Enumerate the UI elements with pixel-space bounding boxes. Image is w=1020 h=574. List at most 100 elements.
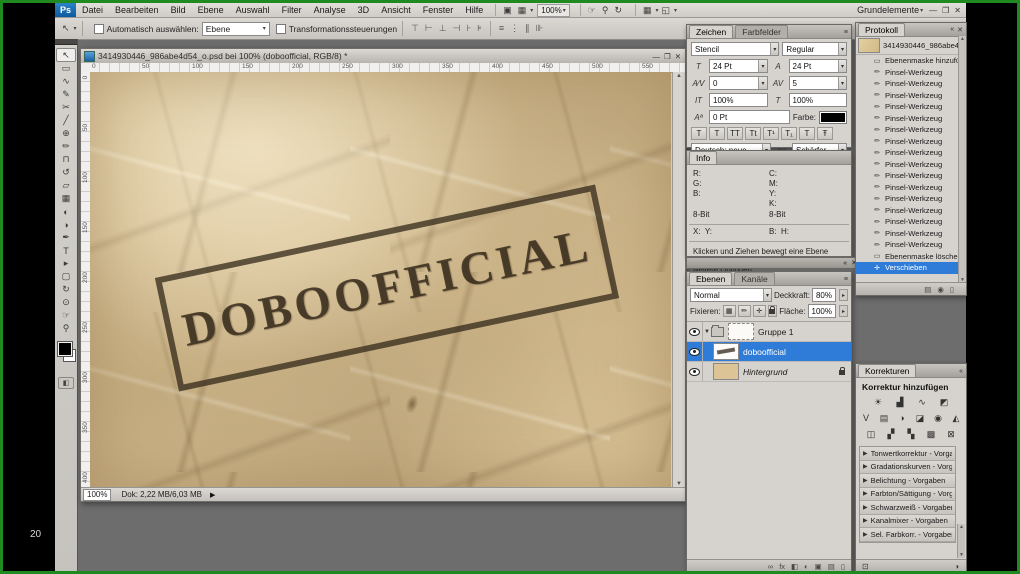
new-doc-from-state-icon[interactable]: ▤ bbox=[924, 285, 931, 294]
kerning-field[interactable]: 0 ▾ bbox=[709, 76, 768, 90]
quick-selection-tool[interactable]: ✎ bbox=[57, 88, 75, 101]
align-icon[interactable]: ⊧ bbox=[474, 23, 485, 34]
screen-mode-icon[interactable]: ◱ bbox=[659, 5, 674, 16]
layer-style-icon[interactable]: fx bbox=[779, 562, 785, 571]
adjustment-layer-icon[interactable]: ◐ bbox=[804, 562, 809, 571]
tab-layers[interactable]: Ebenen bbox=[689, 272, 733, 285]
history-state[interactable]: Pinsel-Werkzeug bbox=[856, 205, 966, 217]
doc-close-button[interactable]: ✕ bbox=[675, 52, 681, 61]
healing-brush-tool[interactable]: ⊕ bbox=[57, 127, 75, 140]
status-zoom-field[interactable]: 100% bbox=[83, 488, 112, 501]
align-icon[interactable]: ⊦ bbox=[463, 23, 474, 34]
lock-button[interactable]: ▦ bbox=[722, 305, 736, 317]
status-menu-arrow[interactable]: ▶ bbox=[210, 491, 215, 499]
tab-channels[interactable]: Kanäle bbox=[734, 272, 775, 285]
history-state[interactable]: Pinsel-Werkzeug bbox=[856, 228, 966, 240]
move-tool[interactable]: ↖ bbox=[56, 48, 76, 62]
new-snapshot-icon[interactable]: ◉ bbox=[937, 285, 944, 294]
hand-tool[interactable]: ☞ bbox=[57, 309, 75, 322]
menu-item[interactable]: Filter bbox=[276, 5, 308, 15]
photoshop-logo[interactable]: Ps bbox=[55, 3, 76, 17]
menu-item[interactable]: Auswahl bbox=[230, 5, 276, 15]
shape-tool[interactable]: ▢ bbox=[57, 270, 75, 283]
layer-name[interactable]: Gruppe 1 bbox=[758, 327, 793, 337]
delete-state-icon[interactable]: ▯ bbox=[950, 285, 954, 294]
preset-row[interactable]: ▶ Kanalmixer - Vorgaben bbox=[860, 514, 955, 528]
align-icon[interactable]: ⊢ bbox=[422, 23, 436, 34]
tab-info[interactable]: Info bbox=[689, 151, 718, 164]
menu-item[interactable]: Analyse bbox=[308, 5, 352, 15]
history-state[interactable]: Pinsel-Werkzeug bbox=[856, 101, 966, 113]
eraser-tool[interactable]: ▱ bbox=[57, 179, 75, 192]
black-white-icon[interactable]: ◪ bbox=[912, 412, 928, 424]
history-brush-tool[interactable]: ↺ bbox=[57, 166, 75, 179]
history-state[interactable]: Pinsel-Werkzeug bbox=[856, 90, 966, 102]
foreground-color-swatch[interactable] bbox=[57, 341, 73, 357]
zoom-tool[interactable]: ⚲ bbox=[57, 322, 75, 335]
hue-saturation-icon[interactable]: ▤ bbox=[876, 412, 892, 424]
tab-swatches[interactable]: Farbfelder bbox=[735, 25, 788, 38]
history-scrollbar[interactable]: ▲ ▼ bbox=[958, 36, 966, 283]
distribute-icon[interactable]: ⋮ bbox=[507, 23, 522, 34]
preset-row[interactable]: ▶ Belichtung - Vorgaben bbox=[860, 474, 955, 488]
layer-thumbnail[interactable] bbox=[728, 323, 754, 340]
posterize-icon[interactable]: ▞ bbox=[883, 428, 899, 440]
transform-controls-checkbox[interactable] bbox=[275, 23, 286, 34]
layer-thumbnail[interactable] bbox=[713, 343, 739, 360]
document-titlebar[interactable]: 3414930446_986abe4d54_o.psd bei 100% (do… bbox=[81, 49, 685, 64]
channel-mixer-icon[interactable]: ◭ bbox=[948, 412, 964, 424]
preset-row[interactable]: ▶ Tonwertkorrektur - Vorgaben bbox=[860, 447, 955, 461]
history-state[interactable]: Pinsel-Werkzeug bbox=[856, 136, 966, 148]
font-family-dropdown[interactable]: Stencil ▾ bbox=[691, 42, 780, 56]
preset-row[interactable]: ▶ Farbton/Sättigung - Vorgaben bbox=[860, 487, 955, 501]
history-state[interactable]: Pinsel-Werkzeug bbox=[856, 159, 966, 171]
zoom-level-dropdown[interactable]: 100% ▾ bbox=[537, 3, 570, 17]
distribute-icon[interactable]: ⊪ bbox=[533, 23, 547, 34]
close-panel-icon[interactable]: ✕ bbox=[957, 26, 963, 34]
tab-history[interactable]: Protokoll bbox=[858, 23, 906, 36]
history-state[interactable]: Pinsel-Werkzeug bbox=[856, 239, 966, 251]
clone-stamp-tool[interactable]: ⊓ bbox=[57, 153, 75, 166]
crop-tool[interactable]: ✂ bbox=[57, 101, 75, 114]
panel-menu-icon[interactable]: ≡ bbox=[844, 29, 848, 36]
align-icon[interactable]: ⊤ bbox=[408, 23, 422, 34]
menu-item[interactable]: Fenster bbox=[417, 5, 460, 15]
text-style-button[interactable]: T¹ bbox=[763, 127, 779, 140]
levels-icon[interactable]: ▟ bbox=[892, 396, 908, 408]
curves-icon[interactable]: ∿ bbox=[914, 396, 930, 408]
gradient-tool[interactable]: ▦ bbox=[57, 192, 75, 205]
collapse-panel-icon[interactable]: « bbox=[959, 368, 963, 375]
clip-to-layer-icon[interactable]: ◗ bbox=[955, 562, 960, 571]
brush-tool[interactable]: ✏ bbox=[57, 140, 75, 153]
quick-mask-button[interactable]: ◧ bbox=[58, 377, 74, 389]
arrange-documents-icon[interactable]: ▦ bbox=[640, 5, 655, 16]
menu-item[interactable]: Datei bbox=[76, 5, 109, 15]
new-layer-icon[interactable]: ▤ bbox=[828, 562, 835, 571]
history-state[interactable]: Ebenenmaske hinzufügen bbox=[856, 55, 966, 67]
fill-slider-arrow[interactable]: ▸ bbox=[838, 305, 848, 317]
history-state[interactable]: Pinsel-Werkzeug bbox=[856, 182, 966, 194]
menu-item[interactable]: Ansicht bbox=[375, 5, 417, 15]
history-state[interactable]: Pinsel-Werkzeug bbox=[856, 193, 966, 205]
vibrance-icon[interactable]: V bbox=[858, 412, 874, 424]
pen-tool[interactable]: ✒ bbox=[57, 231, 75, 244]
type-tool[interactable]: T bbox=[57, 244, 75, 257]
tab-adjustments[interactable]: Korrekturen bbox=[858, 364, 917, 377]
history-state[interactable]: Pinsel-Werkzeug bbox=[856, 78, 966, 90]
history-state[interactable]: Ebenenmaske löschen bbox=[856, 251, 966, 263]
preset-row[interactable]: ▶ Gradationskurven - Vorgaben bbox=[860, 460, 955, 474]
text-style-button[interactable]: T bbox=[691, 127, 707, 140]
gradient-map-icon[interactable]: ▩ bbox=[923, 428, 939, 440]
horizontal-scale-field[interactable]: 100% bbox=[788, 93, 847, 107]
blur-tool[interactable]: ◐ bbox=[57, 205, 75, 218]
zoom-glass-icon[interactable]: ⚲ bbox=[599, 5, 612, 16]
layer-thumbnail[interactable] bbox=[713, 363, 739, 380]
link-layers-icon[interactable]: ∞ bbox=[768, 562, 773, 571]
visibility-toggle[interactable] bbox=[687, 362, 703, 381]
switch-panel-icon[interactable]: ⊡ bbox=[862, 562, 869, 571]
fill-value[interactable]: 100% bbox=[807, 304, 836, 318]
history-snapshot[interactable]: 3414930446_986abe4d54_o.. bbox=[856, 37, 966, 55]
scroll-up-icon[interactable]: ▲ bbox=[676, 73, 682, 79]
align-icon[interactable]: ⊥ bbox=[436, 23, 450, 34]
history-state[interactable]: Pinsel-Werkzeug bbox=[856, 124, 966, 136]
